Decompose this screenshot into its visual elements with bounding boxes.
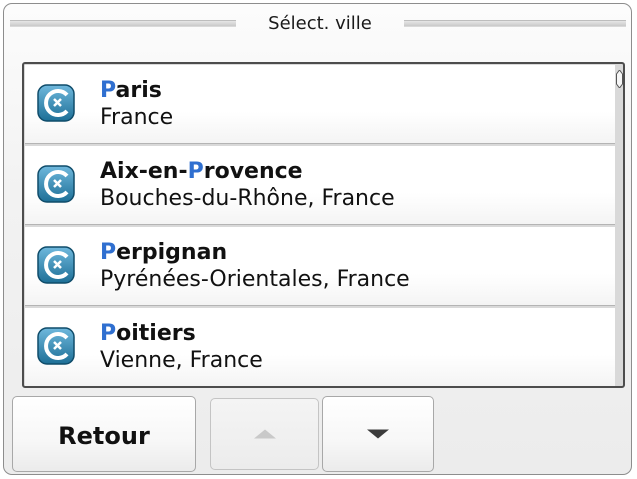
title-bar: Sélect. ville	[4, 4, 631, 44]
arrow-up-icon	[253, 429, 276, 439]
city-select-dialog: Sélect. ville Paris France Aix-en-Proven…	[3, 3, 632, 475]
city-name-rest: rovence	[203, 159, 303, 184]
city-icon	[37, 84, 75, 122]
list-item-city[interactable]: Aix-en-Provence Bouches-du-Rhône, France	[25, 146, 615, 225]
city-name-prefix: Aix-en-	[100, 159, 188, 184]
page-title: Sélect. ville	[268, 13, 372, 34]
title-rule-left	[10, 20, 236, 27]
city-icon	[37, 327, 75, 365]
list-item-city[interactable]: Paris France	[25, 65, 615, 144]
list-item-city[interactable]: Perpignan Pyrénées-Orientales, France	[25, 227, 615, 306]
list-scrollbar[interactable]	[615, 64, 623, 386]
city-region: Bouches-du-Rhône, France	[100, 186, 395, 211]
city-name-match: P	[100, 240, 117, 265]
scroll-up-button[interactable]	[210, 398, 319, 470]
arrow-down-icon	[367, 429, 389, 439]
city-name-rest: erpignan	[116, 240, 228, 265]
city-name-rest: oitiers	[116, 321, 196, 346]
city-name-match: P	[100, 321, 117, 346]
scroll-thumb-icon[interactable]	[616, 70, 623, 88]
city-region: France	[100, 105, 174, 130]
city-name: Poitiers	[100, 321, 196, 347]
back-button[interactable]: Retour	[12, 396, 196, 472]
city-name: Perpignan	[100, 240, 227, 266]
title-rule-right	[404, 20, 626, 27]
city-region: Vienne, France	[100, 348, 263, 373]
scroll-down-button[interactable]	[322, 396, 434, 472]
city-name-match: P	[187, 159, 204, 184]
city-results-list: Paris France Aix-en-Provence Bouches-du-…	[22, 62, 625, 388]
city-region: Pyrénées-Orientales, France	[100, 267, 410, 292]
back-button-label: Retour	[58, 422, 150, 450]
city-name-match: P	[100, 78, 116, 103]
city-icon	[37, 246, 75, 284]
list-item-city[interactable]: Poitiers Vienne, France	[25, 308, 615, 386]
city-icon	[37, 165, 75, 203]
city-name: Aix-en-Provence	[100, 159, 303, 185]
city-name-rest: aris	[115, 78, 162, 103]
city-name: Paris	[100, 78, 162, 104]
